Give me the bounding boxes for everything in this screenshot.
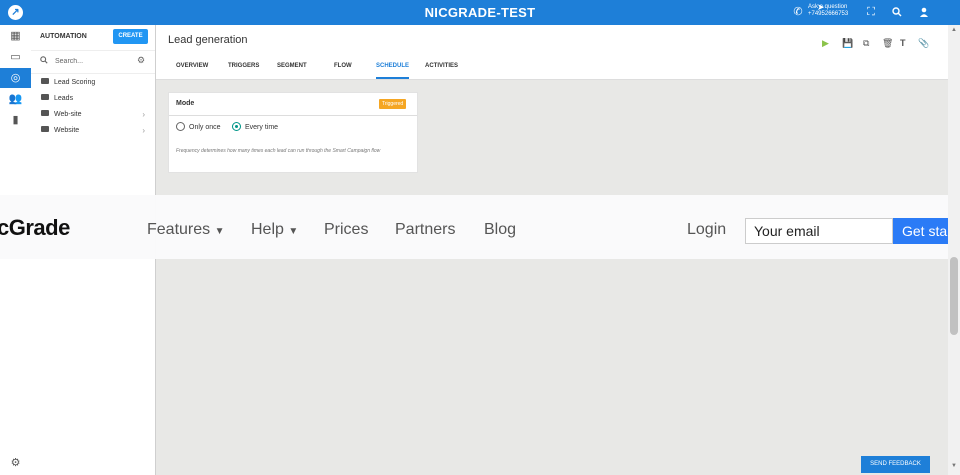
radio-circle-icon[interactable] [176, 121, 185, 131]
website-header-overlay: cGrade Features ▼ Help ▼ Prices Partners… [0, 195, 960, 259]
card-header: Mode Triggered [169, 93, 417, 116]
nav-label: Help [251, 221, 284, 238]
ask-question-label: Ask a question [808, 4, 848, 10]
send-feedback-button[interactable]: SEND FEEDBACK [861, 456, 930, 473]
folder-item[interactable]: Leads [41, 93, 149, 105]
monitor-icon[interactable]: ▭ [0, 47, 31, 67]
tab-flow[interactable]: FLOW [334, 63, 352, 77]
fullscreen-icon[interactable]: ⛶ [864, 0, 878, 25]
folder-icon [41, 110, 49, 117]
create-button[interactable]: CREATE [113, 29, 148, 44]
nav-help[interactable]: Help ▼ [251, 221, 298, 239]
campaign-header: Lead generation OVERVIEW TRIGGERS SEGMEN… [156, 25, 948, 80]
search-input[interactable] [55, 55, 125, 67]
folder-label: Leads [54, 95, 74, 102]
radio-checked-icon[interactable] [232, 121, 241, 131]
page-title: Lead generation [168, 34, 248, 46]
panel-title: AUTOMATION [40, 33, 87, 40]
automation-icon[interactable]: ◎ [0, 68, 31, 88]
top-bar: ↗ NICGRADE-TEST ✆ Ask a question +749526… [0, 0, 960, 25]
text-icon[interactable]: T [900, 38, 906, 48]
vertical-scrollbar[interactable]: ▲ ▼ [948, 25, 960, 475]
ask-question[interactable]: Ask a question +74952666753 [808, 4, 848, 18]
search-icon[interactable] [890, 0, 904, 25]
folder-label: Website [54, 127, 80, 134]
folder-icon [41, 78, 49, 85]
save-icon[interactable]: 💾 [842, 38, 853, 49]
chevron-right-icon[interactable]: › [142, 125, 145, 137]
search-settings-gear-icon[interactable]: ⚙ [137, 55, 145, 66]
settings-gear-icon[interactable]: ⚙ [0, 456, 31, 469]
search-row: ⚙ [31, 50, 155, 74]
schedule-mode-card: Mode Triggered Only once Every time Freq… [168, 92, 418, 173]
scroll-up-icon[interactable]: ▲ [951, 27, 957, 33]
copy-icon[interactable]: ⧉ [863, 38, 869, 49]
mouse-cursor-icon: ➤ [817, 2, 825, 12]
folder-icon [41, 94, 49, 101]
nav-prices[interactable]: Prices [324, 221, 368, 239]
folder-item[interactable]: Web-site › [41, 109, 149, 121]
tab-overview[interactable]: OVERVIEW [176, 63, 208, 77]
phone-number: +74952666753 [808, 11, 849, 17]
tab-schedule[interactable]: SCHEDULE [376, 63, 410, 79]
email-field[interactable] [745, 218, 893, 244]
folder-label: Lead Scoring [54, 79, 96, 86]
help-text: Frequency determines how many times each… [176, 148, 381, 154]
folder-item[interactable]: Website › [41, 125, 149, 137]
folder-icon [41, 126, 49, 133]
search-icon [40, 56, 48, 66]
chevron-right-icon[interactable]: › [142, 109, 145, 121]
nav-partners[interactable]: Partners [395, 221, 455, 239]
mode-label: Mode [176, 100, 195, 107]
dashboard-icon[interactable]: ▦ [0, 26, 31, 46]
caret-down-icon: ▼ [214, 226, 225, 237]
radio-label: Only once [189, 124, 221, 131]
radio-label: Every time [245, 124, 279, 131]
attach-icon[interactable]: 📎 [918, 38, 929, 49]
login-link[interactable]: Login [687, 221, 726, 239]
delete-icon[interactable]: 🗑 [882, 38, 893, 49]
analytics-icon[interactable]: ▮ [0, 110, 31, 130]
phone-icon[interactable]: ✆ [791, 0, 805, 25]
tab-segment[interactable]: SEGMENT [277, 63, 307, 77]
brand-logo-text[interactable]: cGrade [0, 215, 70, 241]
tab-activities[interactable]: ACTIVITIES [425, 63, 458, 77]
nav-features[interactable]: Features ▼ [147, 221, 225, 239]
folder-item[interactable]: Lead Scoring [41, 77, 149, 89]
radio-every-time[interactable]: Every time [232, 121, 279, 133]
user-icon[interactable] [917, 0, 931, 25]
radio-only-once[interactable]: Only once [176, 121, 221, 133]
tab-triggers[interactable]: TRIGGERS [228, 63, 259, 77]
nav-label: Features [147, 221, 211, 238]
scrollbar-thumb[interactable] [950, 257, 958, 335]
nav-blog[interactable]: Blog [484, 221, 516, 239]
scroll-down-icon[interactable]: ▼ [951, 463, 957, 469]
status-badge: Triggered [379, 99, 407, 109]
play-icon[interactable]: ▶ [822, 38, 829, 49]
contacts-icon[interactable]: 👥 [0, 89, 31, 109]
folder-label: Web-site [54, 111, 82, 118]
caret-down-icon: ▼ [288, 226, 299, 237]
